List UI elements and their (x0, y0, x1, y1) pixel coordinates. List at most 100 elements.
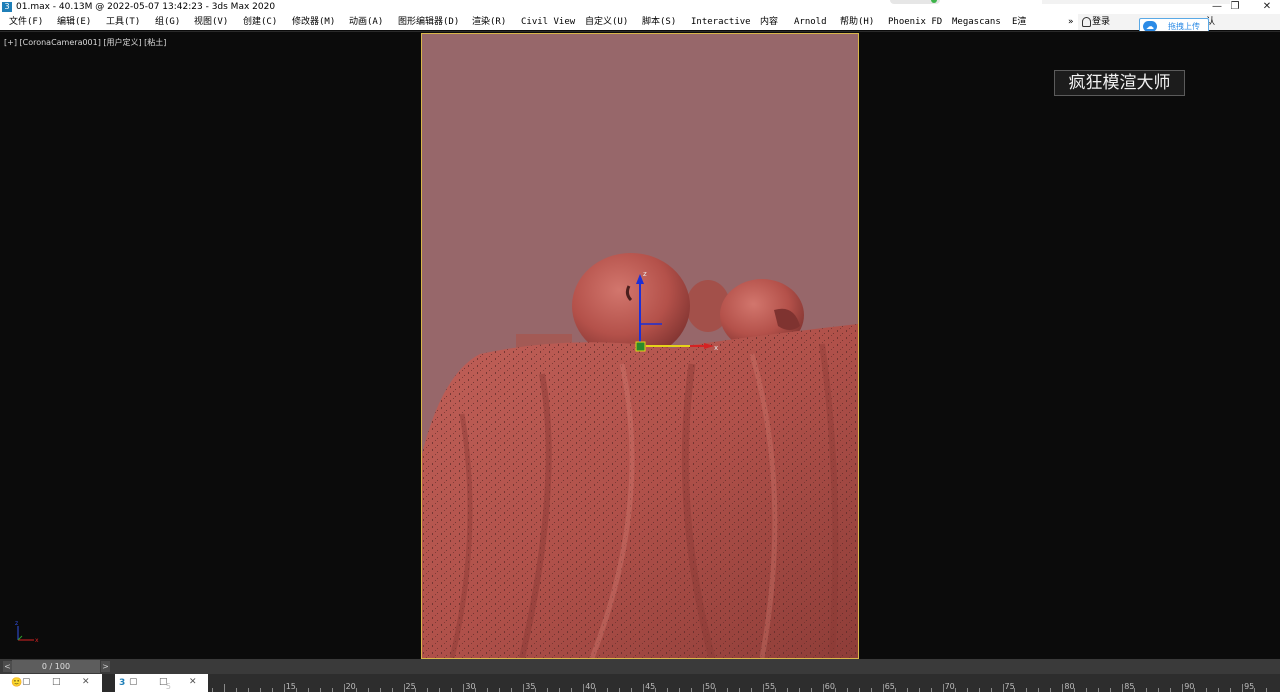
viewport-label[interactable]: [+] [CoronaCamera001] [用户定义] [粘土] (4, 37, 166, 48)
menu-graph-editors[interactable]: 图形编辑器(D) (398, 14, 459, 30)
menu-view[interactable]: 视图(V) (194, 14, 228, 30)
next-frame-button[interactable]: > (101, 661, 110, 672)
menu-phoenix-fd[interactable]: Phoenix FD (888, 14, 942, 30)
menu-create[interactable]: 创建(C) (243, 14, 277, 30)
ruler-tick (1182, 684, 1184, 692)
ruler-tick (918, 688, 920, 692)
ruler-tick (882, 684, 884, 692)
time-slider[interactable]: < 0 / 100 > (0, 659, 1280, 674)
ruler-tick (1242, 684, 1244, 692)
ruler-label: 90 (1184, 682, 1195, 691)
ruler-tick (379, 688, 381, 692)
time-slider-thumb[interactable]: 0 / 100 (12, 660, 100, 673)
ruler-tick (1266, 688, 1268, 692)
menu-scripting[interactable]: 脚本(S) (642, 14, 676, 30)
menu-interactive[interactable]: Interactive (691, 14, 751, 30)
ruler-tick (223, 684, 225, 692)
taskbar-tab[interactable]: 3 ▢ □ ✕ (115, 674, 208, 692)
menu-civil-view[interactable]: Civil View (521, 14, 575, 30)
clay-render-scene[interactable]: z x (422, 34, 858, 658)
ruler-tick (307, 688, 309, 692)
ruler-tick (463, 684, 465, 692)
axis-x-label: x (35, 637, 39, 644)
ruler-tick (523, 684, 525, 692)
tab-restore-icon[interactable]: □ (52, 677, 61, 688)
restore-button[interactable]: ❐ (1224, 0, 1246, 14)
ruler-tick (906, 688, 908, 692)
ruler-label: 60 (824, 682, 835, 691)
ruler-tick (583, 684, 585, 692)
ruler-tick (619, 688, 621, 692)
ruler-tick (343, 684, 345, 692)
ruler-tick (631, 688, 633, 692)
ruler-label: 35 (525, 682, 536, 691)
menu-customize[interactable]: 自定义(U) (585, 14, 628, 30)
ruler-tick (990, 688, 992, 692)
ruler-tick (283, 684, 285, 692)
axis-z-label: z (15, 620, 18, 627)
ruler-tick (798, 688, 800, 692)
ruler-label: 85 (1124, 682, 1135, 691)
menu-rendering[interactable]: 渲染(R) (472, 14, 506, 30)
tab-close-icon[interactable]: ✕ (189, 677, 197, 688)
3ds-max-tab-icon: 3 (119, 678, 126, 688)
menu-group[interactable]: 组(G) (155, 14, 180, 30)
ruler-label: 50 (705, 682, 716, 691)
ruler-tick (1050, 688, 1052, 692)
login-link[interactable]: 登录 (1092, 14, 1110, 30)
ruler-tick (1098, 688, 1100, 692)
user-icon (1082, 17, 1091, 27)
menu-overflow-icon[interactable]: » (1068, 14, 1074, 30)
ruler-label: 30 (465, 682, 476, 691)
title-bar: 3 01.max - 40.13M @ 2022-05-07 13:42:23 … (0, 0, 1280, 14)
ruler-label: 5 (165, 682, 171, 691)
3ds-max-app-icon[interactable]: 3 (2, 2, 12, 12)
ruler-tick (679, 688, 681, 692)
ruler-tick (607, 688, 609, 692)
ruler-label: 70 (944, 682, 955, 691)
ruler-tick (667, 688, 669, 692)
close-button[interactable]: ✕ (1256, 0, 1278, 14)
prev-frame-button[interactable]: < (3, 661, 12, 672)
ruler-tick (1026, 688, 1028, 692)
ruler-tick (511, 688, 513, 692)
menu-edit[interactable]: 编辑(E) (57, 14, 91, 30)
window-title: 01.max - 40.13M @ 2022-05-07 13:42:23 - … (16, 2, 276, 12)
menu-content[interactable]: 内容 (760, 14, 778, 30)
ruler-tick (367, 688, 369, 692)
tab-close-icon[interactable]: ✕ (82, 677, 90, 688)
menu-e-render[interactable]: E渲 (1012, 14, 1026, 30)
ruler-tick (559, 688, 561, 692)
ruler-tick (451, 688, 453, 692)
menu-tools[interactable]: 工具(T) (106, 14, 140, 30)
ruler-tick (978, 688, 980, 692)
ruler-label: 65 (884, 682, 895, 691)
ruler-tick (391, 688, 393, 692)
ruler-tick (1038, 688, 1040, 692)
menu-animation[interactable]: 动画(A) (349, 14, 383, 30)
camera-viewport[interactable]: [+] [CoronaCamera001] [用户定义] [粘土] z x 疯狂… (0, 31, 1280, 659)
ruler-tick (331, 688, 333, 692)
tab-app-icon: ▢ (22, 677, 31, 687)
ruler-tick (1110, 688, 1112, 692)
right-panel-edge (1042, 0, 1230, 4)
ruler-tick (750, 688, 752, 692)
ruler-tick (1230, 688, 1232, 692)
bottom-bar: 🙂 ▢ □ ✕ 3 ▢ □ ✕ 5 15 20 25 30 35 40 45 50 55 60 65 7… (0, 674, 1280, 692)
ruler-tick (1158, 688, 1160, 692)
ruler-tick (858, 688, 860, 692)
menu-megascans[interactable]: Megascans (952, 14, 1001, 30)
ruler-tick (487, 688, 489, 692)
timeline-ruler[interactable]: 5 15 20 25 30 35 40 45 50 55 60 65 70 75 80 85 90 95 (166, 674, 1280, 692)
ruler-label: 55 (764, 682, 776, 691)
menu-help[interactable]: 帮助(H) (840, 14, 874, 30)
menu-arnold[interactable]: Arnold (794, 14, 827, 30)
taskbar-tab[interactable]: 🙂 ▢ □ ✕ (0, 674, 102, 692)
safe-frame: z x (421, 33, 859, 659)
cloth-texture (422, 324, 858, 658)
ruler-tick (930, 688, 932, 692)
menu-file[interactable]: 文件(F) (9, 14, 43, 30)
menu-modifiers[interactable]: 修改器(M) (292, 14, 335, 30)
smiley-icon: 🙂 (11, 678, 23, 688)
ruler-tick (547, 688, 549, 692)
